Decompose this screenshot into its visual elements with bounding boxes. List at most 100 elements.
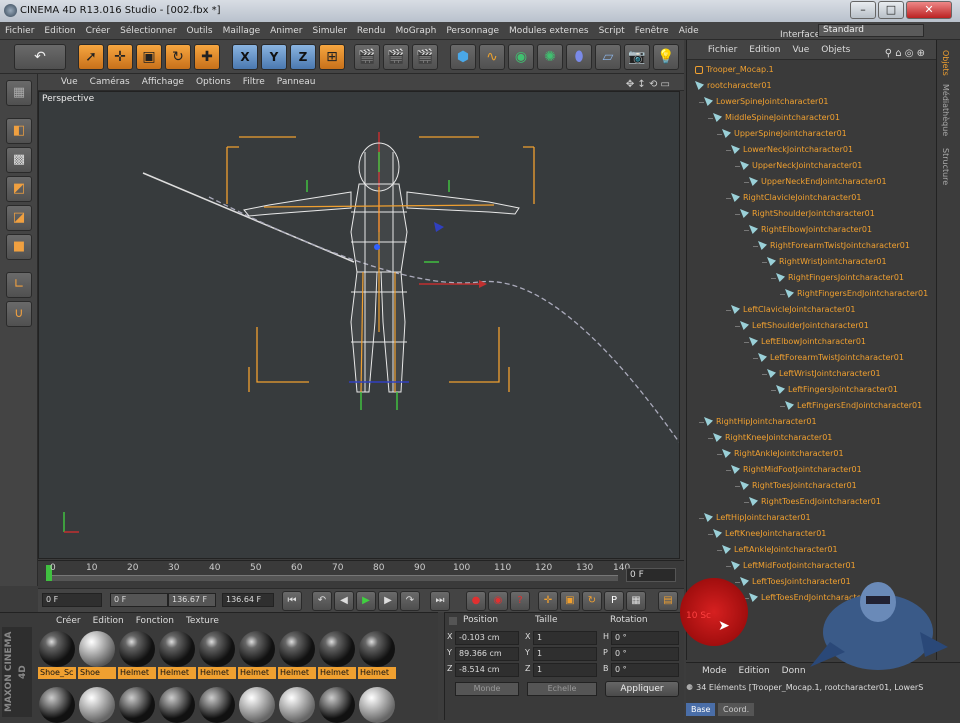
timeline-window-button[interactable]: ▤: [658, 591, 678, 611]
viewport-nav-icons[interactable]: ✥ ↕ ⟲ ▭: [620, 76, 676, 90]
object-menu-vue[interactable]: Vue: [786, 40, 815, 55]
key-rotation-button[interactable]: ↻: [582, 591, 602, 611]
coordinate-system-button[interactable]: ⊞: [319, 44, 345, 70]
play-button[interactable]: ▶: [356, 591, 376, 611]
material-preview[interactable]: [359, 687, 395, 723]
size-x-field[interactable]: 1: [533, 631, 597, 645]
menu-fenetre[interactable]: Fenêtre: [630, 22, 674, 36]
viewport-menu-vue[interactable]: Vue: [55, 74, 84, 87]
material-preview[interactable]: [119, 687, 155, 723]
y-axis-button[interactable]: Y: [261, 44, 287, 70]
tree-node[interactable]: LeftForearmTwistJointcharacter01: [758, 350, 904, 366]
menu-simuler[interactable]: Simuler: [307, 22, 351, 36]
material-preview[interactable]: [239, 687, 275, 723]
material-preview[interactable]: [199, 687, 235, 723]
tree-node[interactable]: MiddleSpineJointcharacter01: [713, 110, 840, 126]
close-button[interactable]: ✕: [906, 1, 952, 19]
interface-select[interactable]: Standard: [818, 24, 924, 37]
material-preview[interactable]: [79, 687, 115, 723]
next-key-button[interactable]: ↷: [400, 591, 420, 611]
material-preview[interactable]: [279, 687, 315, 723]
tree-node[interactable]: UpperNeckEndJointcharacter01: [749, 174, 887, 190]
x-axis-button[interactable]: X: [232, 44, 258, 70]
key-param-button[interactable]: P: [604, 591, 624, 611]
size-y-field[interactable]: 1: [533, 647, 597, 661]
material-swatch[interactable]: Helmet: [198, 631, 236, 683]
camera-button[interactable]: 📷: [624, 44, 650, 70]
timeline-track[interactable]: [46, 575, 618, 581]
tab-base[interactable]: Base: [686, 703, 716, 716]
tab-mediatheque[interactable]: Médiathèque: [941, 84, 950, 136]
tree-node[interactable]: RightHipJointcharacter01: [704, 414, 817, 430]
tree-node[interactable]: RightToesJointcharacter01: [740, 478, 857, 494]
viewport-menu-options[interactable]: Options: [190, 74, 237, 87]
material-menu-creer[interactable]: Créer: [50, 613, 87, 629]
minimize-button[interactable]: –: [850, 1, 876, 19]
material-swatch[interactable]: Helmet: [358, 631, 396, 683]
tree-node[interactable]: RightMidFootJointcharacter01: [731, 462, 862, 478]
key-pla-button[interactable]: ▦: [626, 591, 646, 611]
coord-mode-dropdown[interactable]: Monde: [455, 682, 519, 696]
goto-end-button[interactable]: ⏭: [430, 591, 450, 611]
viewport-menu-cameras[interactable]: Caméras: [84, 74, 136, 87]
snap-button[interactable]: ∪: [6, 301, 32, 327]
deformer-button[interactable]: ⬮: [566, 44, 592, 70]
auto-key-button[interactable]: ◉: [488, 591, 508, 611]
light-button[interactable]: 💡: [653, 44, 679, 70]
menu-fichier[interactable]: Fichier: [0, 22, 39, 36]
record-keys-button[interactable]: ●: [466, 591, 486, 611]
end-frame-field[interactable]: 136.64 F: [222, 593, 274, 607]
tree-node[interactable]: RightKneeJointcharacter01: [713, 430, 832, 446]
min-frame-field[interactable]: 0 F: [110, 593, 168, 607]
tree-node[interactable]: RightToesEndJointcharacter01: [749, 494, 881, 510]
edges-mode-button[interactable]: ◪: [6, 205, 32, 231]
material-swatch[interactable]: Helmet: [318, 631, 356, 683]
tree-node[interactable]: LeftShoulderJointcharacter01: [740, 318, 869, 334]
material-preview[interactable]: [319, 687, 355, 723]
viewport-menu-affichage[interactable]: Affichage: [136, 74, 190, 87]
material-menu-fonction[interactable]: Fonction: [130, 613, 180, 629]
material-swatch[interactable]: Helmet: [118, 631, 156, 683]
material-swatch[interactable]: Helmet: [238, 631, 276, 683]
tree-node[interactable]: RightClavicleJointcharacter01: [731, 190, 861, 206]
material-swatch[interactable]: Helmet: [158, 631, 196, 683]
tree-node[interactable]: LeftHipJointcharacter01: [704, 510, 811, 526]
tree-node[interactable]: LeftFingersJointcharacter01: [776, 382, 898, 398]
move-tool-button[interactable]: ✛: [107, 44, 133, 70]
points-mode-button[interactable]: ◩: [6, 176, 32, 202]
material-preview[interactable]: [39, 687, 75, 723]
tree-node[interactable]: Trooper_Mocap.1: [695, 62, 774, 78]
menu-outils[interactable]: Outils: [182, 22, 218, 36]
attribute-menu-edition[interactable]: Edition: [733, 663, 776, 679]
menu-selectionner[interactable]: Sélectionner: [115, 22, 181, 36]
tree-node[interactable]: LeftAnkleJointcharacter01: [722, 542, 838, 558]
next-frame-button[interactable]: ▶: [378, 591, 398, 611]
render-picture-viewer-button[interactable]: 🎬: [383, 44, 409, 70]
material-preview[interactable]: [159, 687, 195, 723]
tree-node[interactable]: LeftElbowJointcharacter01: [749, 334, 866, 350]
tree-node[interactable]: LowerNeckJointcharacter01: [731, 142, 853, 158]
attribute-menu-mode[interactable]: Mode: [696, 663, 733, 679]
last-tool-button[interactable]: ✚: [194, 44, 220, 70]
tree-node[interactable]: RightWristJointcharacter01: [767, 254, 887, 270]
polygons-mode-button[interactable]: ■: [6, 234, 32, 260]
viewport-menu-panneau[interactable]: Panneau: [271, 74, 322, 87]
rotation-p-field[interactable]: 0 °: [611, 647, 679, 661]
material-swatch[interactable]: Shoe: [78, 631, 116, 683]
undo-button[interactable]: ↶: [14, 44, 66, 70]
tree-node[interactable]: RightFingersJointcharacter01: [776, 270, 904, 286]
cube-primitive-button[interactable]: ⬢: [450, 44, 476, 70]
menu-personnage[interactable]: Personnage: [441, 22, 504, 36]
render-view-button[interactable]: 🎬: [354, 44, 380, 70]
object-menu-objets[interactable]: Objets: [815, 40, 856, 55]
position-z-field[interactable]: -8.514 cm: [455, 663, 519, 677]
make-editable-button[interactable]: ▦: [6, 80, 32, 106]
menu-edition[interactable]: Edition: [39, 22, 80, 36]
timeline-ruler[interactable]: 0 10 20 30 40 50 60 70 80 90 100 110 120…: [38, 560, 684, 590]
spline-pen-button[interactable]: ∿: [479, 44, 505, 70]
material-swatch[interactable]: Helmet: [278, 631, 316, 683]
tree-node[interactable]: LeftClavicleJointcharacter01: [731, 302, 855, 318]
maximize-button[interactable]: □: [878, 1, 904, 19]
prev-key-button[interactable]: ↶: [312, 591, 332, 611]
object-search-icons[interactable]: ⚲ ⌂ ◎ ⊕: [879, 43, 931, 59]
